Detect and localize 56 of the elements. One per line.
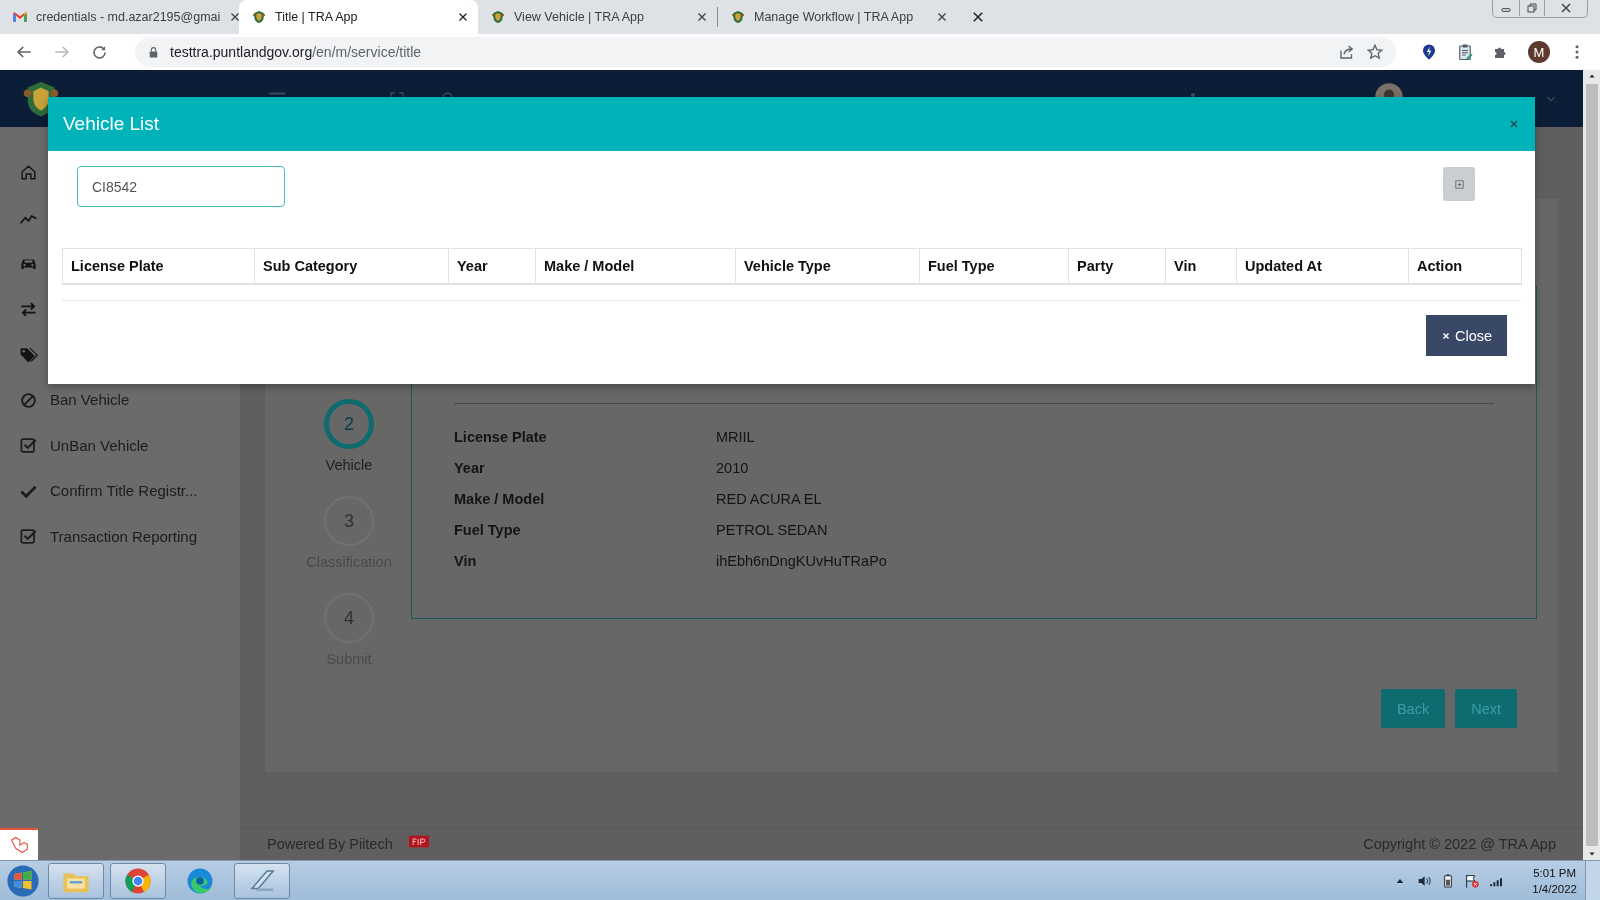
checkbox-icon [19, 527, 38, 547]
mail-icon [12, 9, 28, 25]
browser-tab[interactable]: Title | TRA App [239, 0, 478, 34]
column-header[interactable]: Year [448, 248, 536, 284]
address-bar[interactable]: testtra.puntlandgov.org/en/m/service/title [135, 37, 1396, 67]
checkbox-icon [19, 436, 38, 456]
clock[interactable]: 5:01 PM 1/4/2022 [1532, 864, 1577, 897]
column-header[interactable]: Sub Category [254, 248, 449, 284]
clipboard-icon[interactable] [1456, 43, 1474, 61]
laravel-icon [9, 835, 29, 855]
modal-title: Vehicle List [63, 113, 161, 135]
start-button[interactable] [6, 863, 40, 898]
column-header[interactable]: Fuel Type [919, 248, 1069, 284]
field-value: 2010 [716, 459, 750, 478]
share-icon[interactable] [1338, 43, 1356, 61]
column-header[interactable]: Party [1068, 248, 1166, 284]
column-header[interactable]: Vin [1165, 248, 1237, 284]
clock-time: 5:01 PM [1533, 865, 1577, 881]
field-label: Vin [454, 552, 478, 571]
step-label: Vehicle [325, 457, 373, 473]
action-center-icon[interactable] [1464, 872, 1481, 889]
ban-icon [19, 390, 38, 410]
lock-icon[interactable] [147, 45, 160, 59]
extension-icon[interactable] [1420, 43, 1438, 61]
star-icon[interactable] [1366, 43, 1384, 61]
field-label: License Plate [454, 428, 548, 447]
browser-tab[interactable]: Manage Workflow | TRA App [718, 0, 957, 34]
field-value: MRIIL [716, 428, 756, 447]
home-icon[interactable] [19, 163, 38, 183]
field-value: PETROL SEDAN [716, 521, 829, 540]
url-text: testtra.puntlandgov.org/en/m/service/title [170, 44, 422, 60]
crest-icon [490, 9, 506, 25]
browser-tab[interactable]: credentials - md.azar2195@gmai [0, 0, 239, 34]
tags-icon[interactable] [19, 345, 38, 365]
crest-icon [730, 9, 746, 25]
field-label: Make / Model [454, 490, 546, 509]
scrollbar[interactable] [1583, 70, 1600, 860]
browser-tab[interactable]: View Vehicle | TRA App [478, 0, 717, 34]
field-label: Fuel Type [454, 521, 522, 540]
close-button[interactable]: Close [1426, 315, 1507, 356]
column-header[interactable]: Make / Model [535, 248, 736, 284]
column-header[interactable]: Updated At [1236, 248, 1409, 284]
field-value: RED ACURA EL [716, 490, 823, 509]
crest-icon [251, 9, 267, 25]
close-icon [1440, 330, 1451, 341]
profile-avatar[interactable]: M [1528, 41, 1550, 63]
plus-box-icon [1453, 178, 1465, 190]
search-field[interactable]: CI8542 [77, 166, 285, 207]
notification-dot-icon[interactable] [1188, 90, 1198, 100]
debug-button[interactable] [0, 828, 38, 860]
column-header[interactable]: License Plate [62, 248, 255, 284]
field-value: ihEbh6nDngKUvHuTRaPo [716, 552, 888, 571]
column-header[interactable]: Action [1408, 248, 1522, 284]
clock-date: 1/4/2022 [1532, 881, 1577, 897]
field-label: Year [454, 459, 486, 478]
column-header[interactable]: Vehicle Type [735, 248, 920, 284]
